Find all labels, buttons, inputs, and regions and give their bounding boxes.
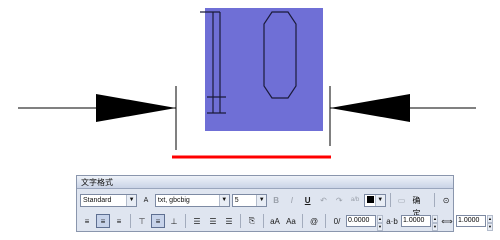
width-value[interactable]: 1.0000: [456, 215, 486, 227]
separator: [130, 214, 131, 228]
insert-field-icon[interactable]: ⎘: [245, 214, 259, 228]
toolbar-title: 文字格式: [77, 176, 453, 189]
uppercase-icon[interactable]: aA: [268, 214, 282, 228]
separator: [240, 214, 241, 228]
numbered-list-icon[interactable]: ☰: [190, 214, 204, 228]
drawing-canvas[interactable]: [0, 0, 500, 170]
ruler-icon[interactable]: ▭: [395, 193, 409, 207]
separator: [434, 193, 436, 207]
spinner-arrows[interactable]: ▲ ▼: [487, 215, 493, 231]
separator: [185, 214, 186, 228]
bold-button[interactable]: B: [269, 193, 283, 207]
arrowhead-right: [330, 94, 410, 122]
chevron-down-icon: ▼: [374, 194, 385, 206]
height-select-value: 5: [234, 196, 239, 204]
spinner-arrows[interactable]: ▲ ▼: [377, 215, 383, 231]
lowercase-icon[interactable]: Aa: [284, 214, 298, 228]
align-right-icon[interactable]: ≡: [112, 214, 126, 228]
spinner-arrows[interactable]: ▲ ▼: [432, 215, 438, 231]
text-formatting-toolbar: 文字格式 Standard ▼ A txt, gbcbig ▼ 5 ▼ B I …: [76, 175, 493, 232]
color-select[interactable]: ▼: [363, 193, 386, 207]
oblique-spinner[interactable]: 0.0000 ▲ ▼: [346, 215, 383, 231]
tracking-value[interactable]: 1.0000: [401, 215, 431, 227]
separator: [325, 214, 326, 228]
style-select[interactable]: Standard ▼: [80, 193, 138, 207]
chevron-down-icon: ▼: [218, 194, 229, 206]
align-center-icon[interactable]: ≡: [96, 214, 110, 228]
symbol-icon[interactable]: @: [307, 214, 321, 228]
align-top-icon[interactable]: ⊤: [135, 214, 149, 228]
height-select[interactable]: 5 ▼: [231, 193, 268, 207]
toolbar-row-1: Standard ▼ A txt, gbcbig ▼ 5 ▼ B I U ↶ ↷…: [80, 191, 453, 218]
tracking-icon: a·b: [386, 216, 398, 226]
toolbar-row-2: ≡ ≡ ≡ ⊤ ≡ ⊥ ☰ ☰ ☰ ⎘ aA Aa @ 0/ 0.0000 ▲ ▼…: [80, 212, 493, 231]
italic-button[interactable]: I: [285, 193, 299, 207]
options-icon[interactable]: ⊙: [439, 193, 453, 207]
color-swatch: [366, 195, 374, 203]
underline-button[interactable]: U: [301, 193, 315, 207]
separator: [263, 214, 264, 228]
align-bottom-icon[interactable]: ⊥: [167, 214, 181, 228]
font-select-value: txt, gbcbig: [157, 196, 190, 204]
undo-button[interactable]: ↶: [317, 193, 331, 207]
separator: [302, 214, 303, 228]
ok-button[interactable]: 确定: [410, 194, 430, 218]
bullet-list-icon[interactable]: ☰: [206, 214, 220, 228]
arrowhead-left: [96, 94, 176, 122]
tracking-spinner[interactable]: 1.0000 ▲ ▼: [401, 215, 438, 231]
oblique-icon: 0/: [333, 216, 341, 226]
font-icon: A: [143, 196, 149, 204]
width-factor-icon: ⟺: [441, 216, 453, 226]
letter-list-icon[interactable]: ☰: [222, 214, 236, 228]
align-left-icon[interactable]: ≡: [80, 214, 94, 228]
chevron-down-icon: ▼: [256, 194, 267, 206]
width-spinner[interactable]: 1.0000 ▲ ▼: [456, 215, 493, 231]
font-select[interactable]: txt, gbcbig ▼: [154, 193, 230, 207]
align-middle-icon[interactable]: ≡: [151, 214, 165, 228]
style-select-value: Standard: [83, 196, 112, 204]
stack-button[interactable]: a/b: [348, 193, 362, 207]
separator: [389, 193, 391, 207]
redo-button[interactable]: ↷: [332, 193, 346, 207]
oblique-value[interactable]: 0.0000: [346, 215, 376, 227]
chevron-down-icon: ▼: [126, 194, 137, 206]
